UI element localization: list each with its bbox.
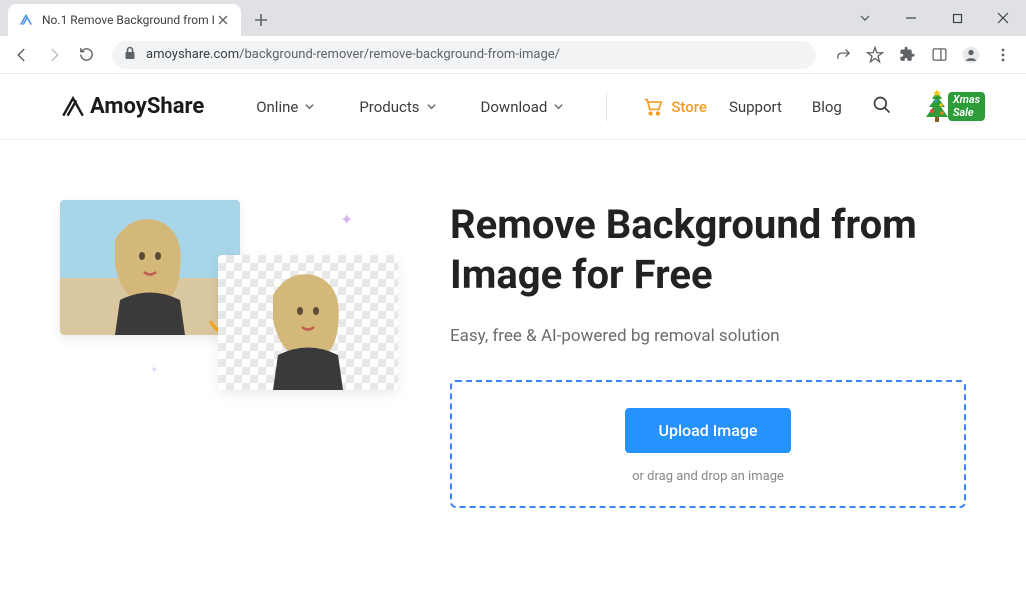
window-minimize-icon[interactable] [888, 3, 934, 33]
upload-button[interactable]: Upload Image [625, 408, 792, 453]
site-header: AmoyShare Online Products Download Store… [0, 74, 1026, 140]
search-icon[interactable] [872, 95, 892, 119]
window-dropdown-icon[interactable] [842, 3, 888, 33]
page-subtitle: Easy, free & AI-powered bg removal solut… [450, 326, 966, 346]
nav-support[interactable]: Support [729, 98, 782, 116]
hero-main: Remove Background from Image for Free Ea… [450, 200, 966, 508]
forward-button[interactable] [40, 41, 68, 69]
reload-button[interactable] [72, 41, 100, 69]
address-bar[interactable]: amoyshare.com/background-remover/remove-… [112, 41, 816, 69]
new-tab-button[interactable] [247, 6, 275, 34]
url-text: amoyshare.com/background-remover/remove-… [146, 47, 560, 62]
profile-icon[interactable] [956, 41, 986, 69]
browser-titlebar: No.1 Remove Background from I [0, 0, 1026, 36]
tab-close-icon[interactable] [215, 12, 231, 28]
chevron-down-icon [426, 101, 437, 112]
sparkle-icon: ✦ [340, 210, 353, 229]
share-icon[interactable] [828, 41, 858, 69]
hero-illustration: ✦ ✦ [60, 200, 420, 460]
chevron-down-icon [553, 101, 564, 112]
nav-blog[interactable]: Blog [812, 98, 842, 116]
browser-toolbar: amoyshare.com/background-remover/remove-… [0, 36, 1026, 74]
main-nav: Online Products Download Store [234, 93, 729, 121]
window-maximize-icon[interactable] [934, 3, 980, 33]
nav-products[interactable]: Products [337, 98, 458, 116]
hero-section: ✦ ✦ Remove Background from Image [0, 140, 1026, 508]
sidepanel-icon[interactable] [924, 41, 954, 69]
window-close-icon[interactable] [980, 3, 1026, 33]
tab-favicon [18, 12, 34, 28]
sparkle-icon: ✦ [150, 365, 158, 376]
lock-icon [124, 45, 138, 64]
after-image [218, 255, 398, 390]
bookmark-icon[interactable] [860, 41, 890, 69]
logo[interactable]: AmoyShare [60, 94, 204, 120]
extensions-icon[interactable] [892, 41, 922, 69]
tab-title: No.1 Remove Background from I [42, 13, 215, 27]
window-controls [842, 0, 1026, 36]
back-button[interactable] [8, 41, 36, 69]
nav-store[interactable]: Store [621, 98, 729, 116]
drop-hint: or drag and drop an image [472, 469, 944, 484]
nav-download[interactable]: Download [459, 98, 587, 116]
nav-divider [606, 93, 607, 121]
browser-tab[interactable]: No.1 Remove Background from I [8, 4, 241, 36]
menu-icon[interactable] [988, 41, 1018, 69]
upload-dropzone[interactable]: Upload Image or drag and drop an image [450, 380, 966, 508]
xmas-badge-text: XmasSale [948, 92, 985, 120]
chevron-down-icon [304, 101, 315, 112]
logo-text: AmoyShare [90, 94, 204, 119]
page-title: Remove Background from Image for Free [450, 200, 966, 300]
xmas-sale-badge[interactable]: XmasSale [922, 89, 985, 125]
before-image [60, 200, 240, 335]
cart-icon [643, 98, 663, 116]
nav-online[interactable]: Online [234, 98, 337, 116]
